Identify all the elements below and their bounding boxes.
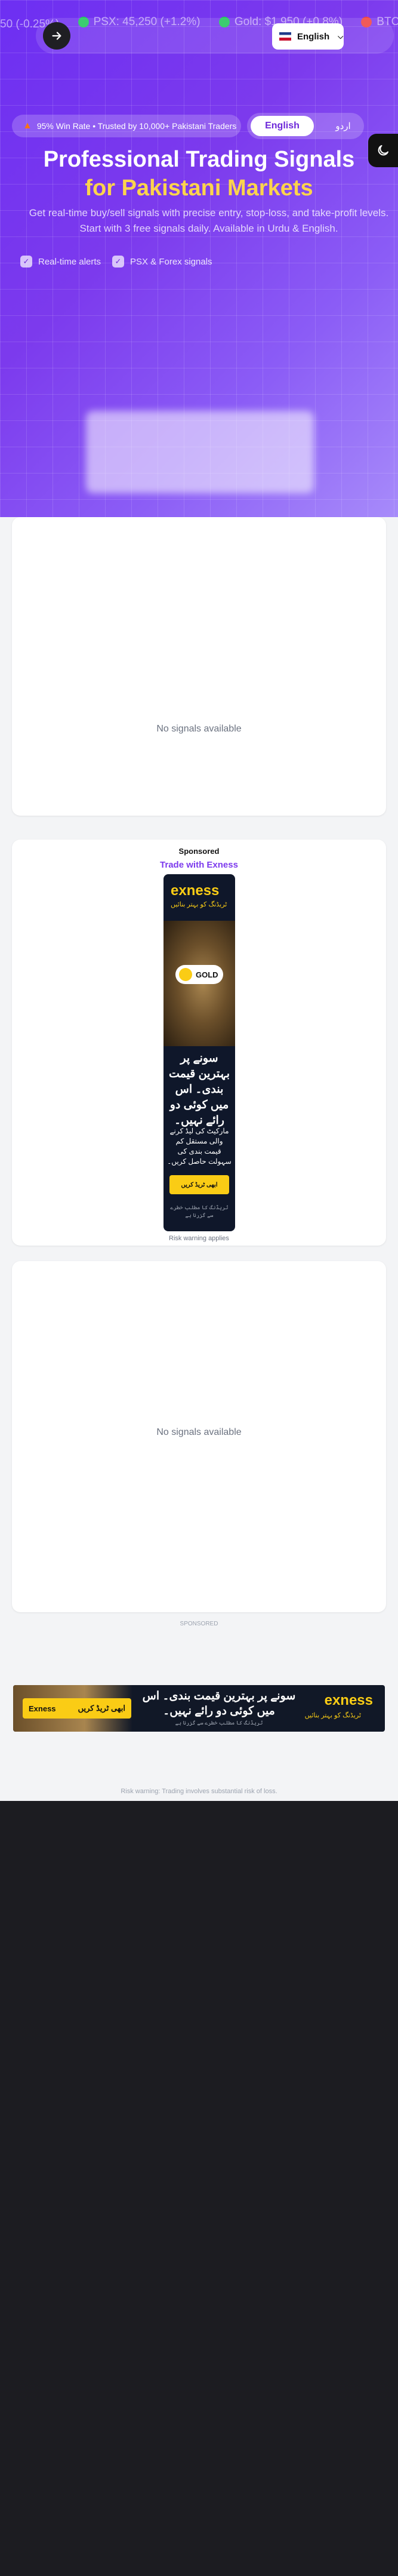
gold-chip: GOLD <box>175 965 223 984</box>
ad-title: Trade with Exness <box>160 860 238 870</box>
sponsored-label: Sponsored <box>178 847 220 856</box>
fire-icon: ▲ <box>23 121 32 131</box>
ad-cta-label: ابھی ٹریڈ کریں <box>181 1181 218 1188</box>
footer-risk-warning: Risk warning: Trading involves substanti… <box>121 1788 277 1795</box>
language-dropdown-label: English <box>297 31 330 42</box>
arrow-logo-icon <box>52 32 61 40</box>
empty-state-text: No signals available <box>156 1427 242 1437</box>
sponsored-small-label: SPONSORED <box>180 1621 218 1627</box>
page-footer-area <box>0 1801 398 2576</box>
blurred-preview-card <box>86 411 314 493</box>
language-dropdown[interactable]: English ⌵ <box>272 23 344 50</box>
hero-description: Get real-time buy/sell signals with prec… <box>29 207 389 234</box>
empty-state-text: No signals available <box>156 724 242 734</box>
exness-logo: exness <box>171 883 220 899</box>
signals-card: No signals available <box>12 1261 386 1612</box>
sponsored-card: Sponsored Trade with Exness exness ٹریڈن… <box>12 840 386 1246</box>
trust-badge-text: 95% Win Rate • Trusted by 10,000+ Pakist… <box>36 121 237 131</box>
exness-logo: exness <box>324 1692 373 1708</box>
banner-headline: سونے پر بہترین قیمت بندی۔ اس میں کوئی دو… <box>142 1690 296 1717</box>
feature-psx-forex: ✓ PSX & Forex signals <box>112 253 212 270</box>
banner-logo-tagline: ٹریڈنگ کو بہتر بنائیں <box>304 1712 361 1719</box>
uk-flag-icon <box>279 32 291 41</box>
ad-cta-button[interactable]: ابھی ٹریڈ کریں <box>169 1175 229 1194</box>
risk-warning: Risk warning applies <box>169 1235 229 1242</box>
feature-label: Real-time alerts <box>38 256 101 267</box>
chevron-down-icon: ⌵ <box>338 32 344 41</box>
language-toggle-urdu-label: اردو <box>335 121 351 131</box>
banner-cta-button[interactable]: Exness ابھی ٹریڈ کریں <box>23 1698 131 1719</box>
banner-cta-text: ابھی ٹریڈ کریں <box>78 1704 125 1713</box>
hero-subtitle: for Pakistani Markets <box>85 176 313 201</box>
language-toggle-english[interactable]: English <box>251 116 314 136</box>
ad-body: مارکیٹ کی لیڈ کرنے والی مستقل کم قیمت بن… <box>167 1127 232 1166</box>
feature-label: PSX & Forex signals <box>130 256 212 267</box>
ad-headline: سونے پر بہترین قیمت بندی۔ اس میں کوئی دو… <box>168 1052 230 1127</box>
banner-subline: ٹریڈنگ کا مطلب خطرے سے گزرنا ہے <box>175 1720 263 1726</box>
gold-coin-icon <box>179 968 192 981</box>
exness-banner-ad[interactable]: Exness ابھی ٹریڈ کریں سونے پر بہترین قیم… <box>13 1685 385 1732</box>
check-icon: ✓ <box>112 256 124 268</box>
feature-realtime-alerts: ✓ Real-time alerts <box>20 253 101 270</box>
signals-card: No signals available <box>12 517 386 816</box>
ad-footer: ٹریڈنگ کا مطلب خطرے سے گزرنا ہے <box>170 1204 229 1218</box>
trust-badge: ▲ 95% Win Rate • Trusted by 10,000+ Paki… <box>12 115 241 137</box>
ad-tagline: ٹریڈنگ کو بہتر بنائیں <box>171 901 227 908</box>
main-content: No signals available Sponsored Trade wit… <box>0 517 398 1801</box>
banner-cta-brand: Exness <box>29 1704 56 1713</box>
home-logo-button[interactable] <box>43 22 70 50</box>
hero-section: 50 (-0.25%) PSX: 45,250 (+1.2%) Gold: $1… <box>0 0 398 517</box>
exness-ad[interactable]: exness ٹریڈنگ کو بہتر بنائیں GOLD سونے پ… <box>163 874 235 1231</box>
hero-title: Professional Trading Signals <box>43 147 355 172</box>
language-toggle-urdu[interactable]: اردو <box>322 116 364 136</box>
check-icon: ✓ <box>20 256 32 268</box>
gold-chip-label: GOLD <box>196 970 218 979</box>
language-toggle-english-label: English <box>265 121 300 131</box>
